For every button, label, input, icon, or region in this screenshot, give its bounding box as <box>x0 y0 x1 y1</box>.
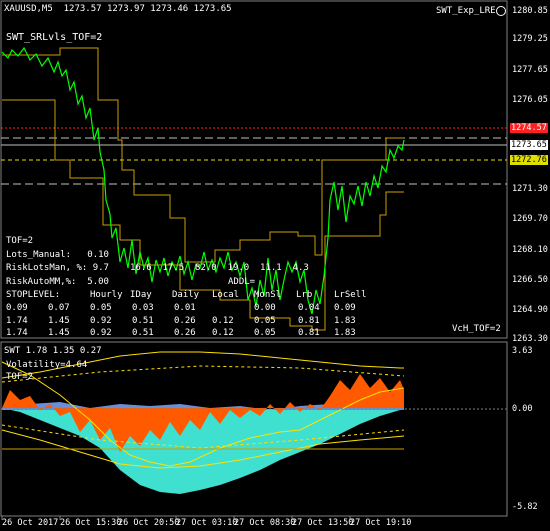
cell: 0.26 <box>174 316 196 326</box>
cell: 0.05 <box>90 303 112 313</box>
col-header: MonSl <box>254 290 282 300</box>
col-header: Lrb <box>296 290 313 300</box>
col-header: IDay <box>130 290 152 300</box>
info-stoplevel: STOPLEVEL: <box>6 290 61 300</box>
cell: 0.03 <box>132 303 154 313</box>
current-price-tag: 1273.65 <box>510 140 548 150</box>
price-label: 1277.65 <box>512 65 548 75</box>
price-line <box>1 46 405 315</box>
cell: 0.92 <box>90 328 112 338</box>
time-label: 27 Oct 13:50 <box>292 518 354 528</box>
osc-axis-label: 3.63 <box>512 346 533 356</box>
time-label: 26 Oct 15:30 <box>60 518 122 528</box>
cell: 0.12 <box>212 316 234 326</box>
price-label: 1271.30 <box>512 184 548 194</box>
indicator-name: SWT_SRLvls_TOF=2 <box>6 32 103 43</box>
time-label: 27 Oct 08:30 <box>234 518 296 528</box>
cell: 1.45 <box>48 316 70 326</box>
cell: 0.01 <box>174 303 196 313</box>
time-label: 26 Oct 2017 <box>2 518 59 528</box>
cell: 0.09 <box>6 303 28 313</box>
osc-title: SWT 1.78 1.35 0.27 <box>4 346 102 356</box>
osc-axis-label: 0.00 <box>512 404 533 414</box>
cell: 0.26 <box>174 328 196 338</box>
cell: 0.81 <box>298 328 320 338</box>
bid-price-tag: 1274.57 <box>510 123 548 133</box>
col-header: Daily <box>172 290 200 300</box>
cell: 1.74 <box>6 328 28 338</box>
cell: 1.83 <box>334 316 356 326</box>
info-lots-manual: Lots_Manual: 0.10 <box>6 250 109 260</box>
cell: 1.45 <box>48 328 70 338</box>
expert-name[interactable]: SWT_Exp_LRE <box>436 6 496 17</box>
cell: 0.81 <box>298 316 320 326</box>
info-risk-auto: RiskAutoMM,%: 5.00 <box>6 277 109 287</box>
info-overlay-row2: ADDL= <box>228 277 256 287</box>
col-header: LrSell <box>334 290 367 300</box>
resistance-step-line <box>2 47 404 263</box>
price-label: 1276.05 <box>512 95 548 105</box>
osc-tof: TOF=2 <box>6 372 34 382</box>
price-label: 1279.25 <box>512 34 548 44</box>
price-label: 1264.90 <box>512 305 548 315</box>
expert-smiley-icon <box>496 6 506 16</box>
osc-axis-label: -5.82 <box>512 502 538 512</box>
price-label: 1280.85 <box>512 6 548 16</box>
vch-label: VcH_TOF=2 <box>452 324 501 334</box>
cell: 0.92 <box>90 316 112 326</box>
price-label: 1266.50 <box>512 275 548 285</box>
price-label: 1268.10 <box>512 245 548 255</box>
cell: 0.05 <box>254 328 276 338</box>
col-header: Hourly <box>90 290 123 300</box>
info-risk-lots: RiskLotsMan, %: 9.7 <box>6 263 109 273</box>
price-label: 1269.70 <box>512 214 548 224</box>
cell: 0.12 <box>212 328 234 338</box>
info-overlay-row: 16.6 17.5 82.0 19.0 11.1 4.3 <box>130 263 309 273</box>
osc-volatility: Volatility=4.64 <box>6 360 88 370</box>
cell: 0.51 <box>132 316 154 326</box>
level-price-tag: 1272.76 <box>510 155 548 165</box>
col-header: Local <box>212 290 240 300</box>
cell: 0.00 <box>254 303 276 313</box>
cell: 0.09 <box>334 303 356 313</box>
cell: 1.83 <box>334 328 356 338</box>
cell: 1.74 <box>6 316 28 326</box>
cell: 0.05 <box>254 316 276 326</box>
symbol-info: XAUUSD,M5 1273.57 1273.97 1273.46 1273.6… <box>4 4 232 14</box>
cell: 0.07 <box>48 303 70 313</box>
time-label: 26 Oct 20:50 <box>118 518 180 528</box>
time-label: 27 Oct 03:10 <box>176 518 238 528</box>
time-label: 27 Oct 19:10 <box>350 518 412 528</box>
oscillator-chart[interactable] <box>1 351 507 494</box>
info-tof: TOF=2 <box>6 236 34 246</box>
cell: 0.51 <box>132 328 154 338</box>
price-label: 1263.30 <box>512 334 548 344</box>
cell: 0.04 <box>298 303 320 313</box>
